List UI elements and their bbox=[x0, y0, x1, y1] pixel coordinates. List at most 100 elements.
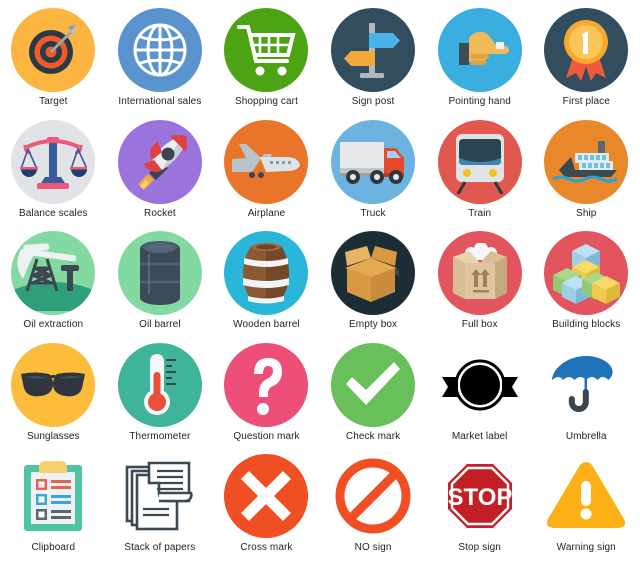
icon-cell-market-label[interactable]: Market label bbox=[426, 343, 533, 455]
icon-disc-check-mark[interactable] bbox=[331, 342, 416, 427]
icon-label-building-blocks: Building blocks bbox=[552, 319, 621, 331]
icon-disc-first-place[interactable] bbox=[544, 8, 629, 92]
icon-disc-shopping-cart[interactable] bbox=[224, 8, 309, 92]
icon-canvas-warning-sign[interactable] bbox=[544, 454, 628, 538]
icon-cell-warning-sign[interactable]: Warning sign bbox=[533, 454, 640, 566]
icon-canvas-clipboard[interactable] bbox=[11, 454, 95, 538]
icon-label-oil-extraction: Oil extraction bbox=[23, 319, 84, 331]
icon-cell-umbrella[interactable]: Umbrella bbox=[533, 343, 640, 455]
icon-cell-international-sales[interactable]: International sales bbox=[107, 8, 214, 120]
icon-label-train: Train bbox=[468, 207, 492, 219]
icon-cell-stop-sign[interactable]: STOP Stop sign bbox=[426, 454, 533, 566]
icon-grid: Target International sales Shopping cart… bbox=[0, 0, 640, 563]
icon-label-full-box: Full box bbox=[461, 319, 498, 331]
icon-disc-ship[interactable] bbox=[544, 119, 629, 204]
icon-label-empty-box: Empty box bbox=[349, 319, 398, 331]
icon-disc-empty-box[interactable] bbox=[331, 231, 416, 316]
icon-canvas-no-sign[interactable] bbox=[331, 454, 415, 538]
icon-cell-no-sign[interactable]: NO sign bbox=[320, 454, 427, 566]
icon-label-no-sign: NO sign bbox=[354, 542, 392, 554]
icon-cell-full-box[interactable]: Full box bbox=[426, 231, 533, 343]
icon-disc-question-mark[interactable] bbox=[224, 342, 309, 427]
icon-cell-first-place[interactable]: First place bbox=[533, 8, 640, 120]
icon-cell-truck[interactable]: Truck bbox=[320, 119, 427, 232]
icon-disc-oil-barrel[interactable] bbox=[117, 231, 202, 316]
icon-label-ship: Ship bbox=[576, 207, 597, 219]
pointing-hand-icon bbox=[449, 25, 511, 75]
ship-icon bbox=[551, 139, 621, 185]
icon-disc-full-box[interactable] bbox=[437, 231, 522, 316]
icon-disc-sign-post[interactable] bbox=[331, 8, 416, 92]
icon-label-thermometer: Thermometer bbox=[129, 430, 191, 442]
icon-label-first-place: First place bbox=[562, 96, 610, 107]
icon-label-stop-sign: Stop sign bbox=[458, 542, 501, 554]
icon-label-oil-barrel: Oil barrel bbox=[139, 319, 181, 331]
icon-disc-truck[interactable] bbox=[331, 119, 416, 204]
icon-disc-oil-extraction[interactable] bbox=[11, 231, 96, 316]
shopping-cart-icon bbox=[235, 21, 297, 79]
stop-sign-icon: STOP bbox=[441, 457, 519, 535]
icon-label-target: Target bbox=[39, 96, 68, 107]
icon-cell-empty-box[interactable]: Empty box bbox=[320, 231, 427, 343]
icon-disc-wooden-barrel[interactable] bbox=[224, 231, 309, 316]
icon-cell-rocket[interactable]: Rocket bbox=[107, 119, 214, 232]
icon-disc-airplane[interactable] bbox=[224, 119, 309, 204]
icon-cell-stack-of-papers[interactable]: Stack of papers bbox=[107, 454, 214, 566]
icon-disc-train[interactable] bbox=[437, 119, 522, 204]
icon-canvas-market-label[interactable] bbox=[438, 343, 522, 427]
icon-label-sign-post: Sign post bbox=[351, 96, 395, 107]
icon-cell-cross-mark[interactable]: Cross mark bbox=[213, 454, 320, 566]
icon-cell-shopping-cart[interactable]: Shopping cart bbox=[213, 8, 320, 120]
umbrella-icon bbox=[550, 352, 622, 418]
icon-canvas-stack-of-papers[interactable] bbox=[118, 454, 202, 538]
market-label-icon bbox=[440, 359, 520, 411]
icon-cell-wooden-barrel[interactable]: Wooden barrel bbox=[213, 231, 320, 343]
icon-cell-oil-extraction[interactable]: Oil extraction bbox=[0, 231, 107, 343]
thermometer-icon bbox=[138, 352, 182, 418]
stack-of-papers-icon bbox=[123, 459, 197, 533]
icon-cell-pointing-hand[interactable]: Pointing hand bbox=[426, 8, 533, 120]
icon-cell-sign-post[interactable]: Sign post bbox=[320, 8, 427, 120]
building-blocks-icon bbox=[552, 242, 621, 305]
icon-cell-target[interactable]: Target bbox=[0, 8, 107, 120]
cross-mark-icon bbox=[239, 469, 293, 523]
rocket-icon bbox=[128, 130, 192, 194]
icon-label-truck: Truck bbox=[360, 207, 386, 219]
icon-label-clipboard: Clipboard bbox=[31, 542, 76, 554]
icon-cell-ship[interactable]: Ship bbox=[533, 119, 640, 232]
icon-cell-balance-scales[interactable]: Balance scales bbox=[0, 119, 107, 232]
icon-label-umbrella: Umbrella bbox=[565, 430, 607, 442]
icon-cell-train[interactable]: Train bbox=[426, 119, 533, 232]
icon-label-airplane: Airplane bbox=[247, 207, 286, 219]
full-box-icon bbox=[447, 243, 513, 303]
icon-label-wooden-barrel: Wooden barrel bbox=[233, 319, 300, 331]
icon-label-warning-sign: Warning sign bbox=[556, 542, 616, 554]
icon-canvas-umbrella[interactable] bbox=[544, 343, 628, 427]
icon-cell-question-mark[interactable]: Question mark bbox=[213, 342, 320, 455]
oil-pumpjack-icon bbox=[15, 235, 92, 312]
target-icon bbox=[24, 21, 82, 79]
icon-label-sunglasses: Sunglasses bbox=[26, 430, 80, 442]
icon-disc-rocket[interactable] bbox=[117, 119, 202, 204]
icon-disc-international-sales[interactable] bbox=[117, 8, 202, 92]
clipboard-icon bbox=[22, 459, 84, 533]
icon-disc-balance-scales[interactable] bbox=[11, 119, 96, 204]
icon-disc-target[interactable] bbox=[11, 8, 96, 92]
icon-disc-sunglasses[interactable] bbox=[11, 342, 96, 427]
icon-canvas-stop-sign[interactable]: STOP bbox=[438, 454, 522, 538]
icon-cell-building-blocks[interactable]: Building blocks bbox=[533, 231, 640, 343]
icon-disc-building-blocks[interactable] bbox=[544, 231, 629, 316]
icon-label-market-label: Market label bbox=[451, 430, 508, 442]
warning-sign-icon bbox=[546, 461, 626, 531]
icon-cell-check-mark[interactable]: Check mark bbox=[320, 342, 427, 455]
airplane-icon bbox=[230, 142, 302, 182]
icon-disc-thermometer[interactable] bbox=[117, 342, 202, 427]
icon-label-question-mark: Question mark bbox=[233, 430, 300, 442]
icon-cell-oil-barrel[interactable]: Oil barrel bbox=[107, 231, 214, 343]
icon-disc-cross-mark[interactable] bbox=[224, 454, 309, 539]
icon-cell-airplane[interactable]: Airplane bbox=[213, 119, 320, 232]
icon-cell-thermometer[interactable]: Thermometer bbox=[107, 342, 214, 455]
icon-cell-clipboard[interactable]: Clipboard bbox=[0, 454, 107, 566]
icon-disc-pointing-hand[interactable] bbox=[437, 8, 522, 92]
icon-cell-sunglasses[interactable]: Sunglasses bbox=[0, 342, 107, 455]
